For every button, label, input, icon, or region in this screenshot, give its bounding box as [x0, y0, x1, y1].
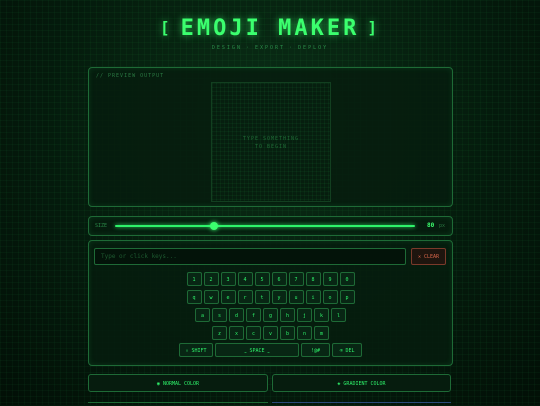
size-value: 80: [427, 222, 435, 229]
key-4[interactable]: 4: [237, 272, 253, 286]
key-0[interactable]: 0: [339, 272, 355, 286]
title-text: EMOJI MAKER: [180, 16, 360, 41]
key-1[interactable]: 1: [186, 272, 202, 286]
key-q[interactable]: q: [186, 290, 202, 304]
subtitle-design: DESIGN: [211, 45, 242, 51]
key-row-controls: ⇧ SHIFT ⎵ SPACE ⎵ !@# ⌫ DEL: [89, 343, 452, 357]
title-bracket-left: [: [160, 18, 173, 37]
key-s[interactable]: s: [212, 308, 227, 322]
key-i[interactable]: i: [305, 290, 321, 304]
key-row-asdf: asdfghjkl: [89, 308, 452, 322]
key-row-numbers: 1234567890: [89, 272, 452, 286]
clear-button[interactable]: ✕ CLEAR: [411, 248, 446, 265]
key-w[interactable]: w: [203, 290, 219, 304]
key-r[interactable]: r: [237, 290, 253, 304]
gradient-color-button[interactable]: ◈ GRADIENT COLOR: [272, 374, 451, 392]
key-g[interactable]: g: [263, 308, 278, 322]
key-d[interactable]: d: [229, 308, 244, 322]
preview-hint-line1: TYPE SOMETHING: [242, 136, 300, 142]
normal-color-button[interactable]: ◉ NORMAL COLOR: [88, 374, 268, 392]
keyboard-panel: ✕ CLEAR 1234567890 qwertyuiop asdfghjkl …: [88, 240, 453, 366]
size-unit: px: [439, 223, 446, 229]
preview-label: // PREVIEW OUTPUT: [96, 73, 165, 79]
key-8[interactable]: 8: [305, 272, 321, 286]
key-5[interactable]: 5: [254, 272, 270, 286]
preview-panel: // PREVIEW OUTPUT TYPE SOMETHING TO BEGI…: [88, 67, 453, 207]
key-2[interactable]: 2: [203, 272, 219, 286]
symbols-key[interactable]: !@#: [301, 343, 330, 357]
title-bracket-right: ]: [367, 18, 380, 37]
key-f[interactable]: f: [246, 308, 261, 322]
key-b[interactable]: b: [280, 326, 295, 340]
key-l[interactable]: l: [331, 308, 346, 322]
key-x[interactable]: x: [229, 326, 244, 340]
preview-hint: TYPE SOMETHING TO BEGIN: [212, 135, 330, 151]
app-title: [ EMOJI MAKER]: [0, 16, 540, 41]
key-k[interactable]: k: [314, 308, 329, 322]
key-row-zxcv: zxcvbnm: [89, 326, 452, 340]
key-3[interactable]: 3: [220, 272, 236, 286]
size-slider-thumb[interactable]: [210, 222, 218, 230]
size-label: SIZE: [95, 223, 108, 229]
subtitle-deploy: DEPLOY: [298, 45, 329, 51]
bottom-panel-right-edge: [272, 402, 451, 406]
key-9[interactable]: 9: [322, 272, 338, 286]
space-key[interactable]: ⎵ SPACE ⎵: [215, 343, 299, 357]
key-j[interactable]: j: [297, 308, 312, 322]
app-subtitle: DESIGN · EXPORT · DEPLOY: [211, 45, 329, 51]
key-row-qwerty: qwertyuiop: [89, 290, 452, 304]
key-z[interactable]: z: [212, 326, 227, 340]
key-a[interactable]: a: [195, 308, 210, 322]
key-v[interactable]: v: [263, 326, 278, 340]
key-u[interactable]: u: [288, 290, 304, 304]
key-p[interactable]: p: [339, 290, 355, 304]
key-y[interactable]: y: [271, 290, 287, 304]
key-e[interactable]: e: [220, 290, 236, 304]
size-panel: SIZE 80 px: [88, 216, 453, 236]
delete-key[interactable]: ⌫ DEL: [332, 343, 362, 357]
key-c[interactable]: c: [246, 326, 261, 340]
preview-canvas: TYPE SOMETHING TO BEGIN: [211, 82, 331, 202]
subtitle-export: EXPORT: [254, 45, 286, 51]
bottom-panel-left-edge: [88, 402, 268, 406]
key-h[interactable]: h: [280, 308, 295, 322]
shift-key[interactable]: ⇧ SHIFT: [179, 343, 213, 357]
key-t[interactable]: t: [254, 290, 270, 304]
key-n[interactable]: n: [297, 326, 312, 340]
key-o[interactable]: o: [322, 290, 338, 304]
size-slider-track[interactable]: [115, 225, 415, 227]
emoji-text-input[interactable]: [94, 248, 406, 265]
key-6[interactable]: 6: [271, 272, 287, 286]
key-7[interactable]: 7: [288, 272, 304, 286]
key-m[interactable]: m: [314, 326, 329, 340]
preview-hint-line2: TO BEGIN: [254, 144, 288, 150]
